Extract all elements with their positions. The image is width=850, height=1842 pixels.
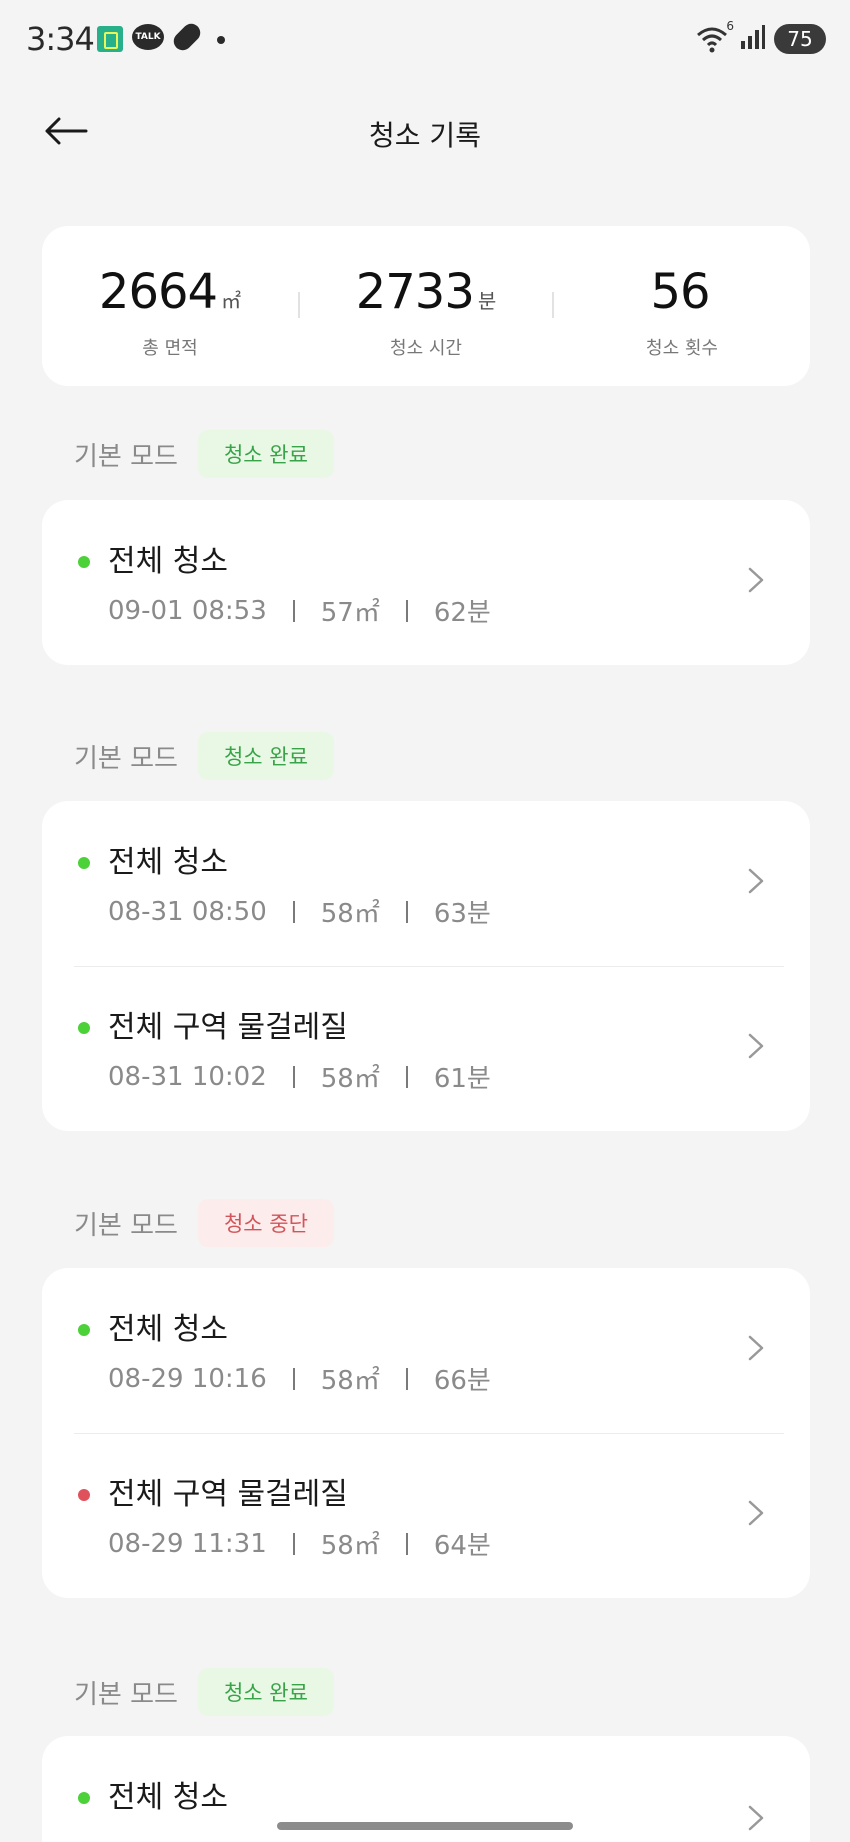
record-duration: 62분 bbox=[433, 598, 491, 628]
record-meta: 08-31 08:50 58㎡ 63분 bbox=[108, 893, 491, 930]
record-row[interactable]: 전체 청소 08-31 08:50 58㎡ 63분 bbox=[42, 801, 810, 966]
status-badge: 청소 완료 bbox=[197, 732, 334, 780]
record-title: 전체 청소 bbox=[108, 845, 228, 880]
status-badge: 청소 완료 bbox=[197, 1668, 334, 1716]
record-title: 전체 청소 bbox=[108, 1780, 228, 1815]
stat-label: 총 면적 bbox=[142, 338, 198, 359]
chevron-right-icon bbox=[748, 567, 764, 593]
record-row[interactable]: 전체 구역 물걸레질 08-29 11:31 58㎡ 64분 bbox=[42, 1433, 810, 1598]
meta-separator bbox=[292, 1532, 295, 1555]
section-header: 기본 모드 청소 완료 bbox=[74, 429, 334, 479]
status-dot-green bbox=[78, 1324, 90, 1336]
mode-label: 기본 모드 bbox=[74, 1679, 178, 1710]
summary-card: 2664 ㎡ 총 면적 2733 분 청소 시간 56 청소 횟수 bbox=[42, 226, 810, 386]
stat-label: 청소 횟수 bbox=[646, 338, 718, 359]
record-area: 57㎡ bbox=[320, 598, 380, 628]
status-bar: 3:34 TALK 6 75 bbox=[0, 0, 850, 80]
record-meta: 08-29 11:31 58㎡ 64분 bbox=[108, 1525, 491, 1562]
chevron-right-icon bbox=[748, 868, 764, 894]
chevron-right-icon bbox=[748, 1335, 764, 1361]
status-dot-green bbox=[78, 857, 90, 869]
battery-icon: 75 bbox=[774, 24, 826, 54]
mode-label: 기본 모드 bbox=[74, 1210, 178, 1241]
record-card: 전체 청소 08-31 08:50 58㎡ 63분 전체 구역 물걸레질 08-31… bbox=[42, 801, 810, 1131]
top-app-bar: 청소 기록 bbox=[0, 90, 850, 170]
record-area: 58㎡ bbox=[320, 1531, 380, 1561]
status-badge: 청소 완료 bbox=[197, 430, 334, 478]
record-title: 전체 구역 물걸레질 bbox=[108, 1477, 348, 1512]
section-header: 기본 모드 청소 완료 bbox=[74, 1667, 334, 1717]
meta-separator bbox=[292, 599, 295, 622]
wifi-badge: 6 bbox=[726, 19, 734, 33]
status-dot-red bbox=[78, 1489, 90, 1501]
record-meta: 08-29 10:16 58㎡ 66분 bbox=[108, 1360, 491, 1397]
record-row[interactable]: 전체 청소 09-01 08:53 57㎡ 62분 bbox=[42, 500, 810, 665]
record-meta: 09-01 08:53 57㎡ 62분 bbox=[108, 592, 491, 629]
meta-separator bbox=[405, 599, 408, 622]
more-notifications-dot-icon bbox=[217, 36, 225, 44]
record-datetime: 08-31 08:50 bbox=[108, 896, 267, 927]
meta-separator bbox=[405, 1532, 408, 1555]
stat-unit: 분 bbox=[477, 289, 497, 313]
stat-unit: ㎡ bbox=[221, 289, 242, 313]
page-title: 청소 기록 bbox=[369, 119, 481, 152]
stat-value: 2733 bbox=[355, 264, 475, 320]
meta-separator bbox=[292, 1065, 295, 1088]
chevron-right-icon bbox=[748, 1033, 764, 1059]
record-title: 전체 청소 bbox=[108, 1312, 228, 1347]
total-area-stat: 2664 ㎡ 총 면적 bbox=[42, 264, 298, 360]
record-duration: 63분 bbox=[433, 899, 491, 929]
chevron-right-icon bbox=[748, 1500, 764, 1526]
record-datetime: 09-01 08:53 bbox=[108, 595, 267, 626]
record-datetime: 08-29 10:16 bbox=[108, 1363, 267, 1394]
record-card: 전체 청소 09-01 08:53 57㎡ 62분 bbox=[42, 500, 810, 665]
record-area: 58㎡ bbox=[320, 1064, 380, 1094]
mode-label: 기본 모드 bbox=[74, 743, 178, 774]
stat-label: 청소 시간 bbox=[390, 338, 462, 359]
wifi-icon: 6 bbox=[696, 19, 734, 53]
record-card: 전체 청소 08-29 10:16 58㎡ 66분 전체 구역 물걸레질 08-29… bbox=[42, 1268, 810, 1598]
app-notification-icon bbox=[97, 26, 123, 52]
meta-separator bbox=[292, 900, 295, 923]
section-header: 기본 모드 청소 완료 bbox=[74, 731, 334, 781]
record-title: 전체 구역 물걸레질 bbox=[108, 1010, 348, 1045]
meta-separator bbox=[405, 900, 408, 923]
status-dot-green bbox=[78, 1022, 90, 1034]
record-row[interactable]: 전체 구역 물걸레질 08-31 10:02 58㎡ 61분 bbox=[42, 966, 810, 1131]
status-dot-green bbox=[78, 1792, 90, 1804]
cleaning-time-stat: 2733 분 청소 시간 bbox=[298, 264, 554, 360]
chevron-right-icon bbox=[748, 1805, 764, 1831]
meta-separator bbox=[405, 1065, 408, 1088]
pill-notification-icon bbox=[170, 20, 204, 54]
record-duration: 61분 bbox=[433, 1064, 491, 1094]
stat-value: 56 bbox=[650, 264, 710, 320]
record-datetime: 08-29 11:31 bbox=[108, 1528, 267, 1559]
meta-separator bbox=[292, 1367, 295, 1390]
meta-separator bbox=[405, 1367, 408, 1390]
signal-icon bbox=[740, 24, 766, 54]
home-indicator[interactable] bbox=[277, 1822, 573, 1830]
record-meta: 08-31 10:02 58㎡ 61분 bbox=[108, 1058, 491, 1095]
status-time: 3:34 bbox=[26, 20, 95, 58]
record-datetime: 08-31 10:02 bbox=[108, 1061, 267, 1092]
record-title: 전체 청소 bbox=[108, 544, 228, 579]
status-badge: 청소 중단 bbox=[197, 1199, 334, 1247]
record-duration: 66분 bbox=[433, 1366, 491, 1396]
record-area: 58㎡ bbox=[320, 1366, 380, 1396]
status-dot-green bbox=[78, 556, 90, 568]
talk-notification-icon: TALK bbox=[132, 24, 164, 50]
section-header: 기본 모드 청소 중단 bbox=[74, 1198, 334, 1248]
record-duration: 64분 bbox=[433, 1531, 491, 1561]
record-area: 58㎡ bbox=[320, 899, 380, 929]
stat-value: 2664 bbox=[98, 264, 218, 320]
mode-label: 기본 모드 bbox=[74, 441, 178, 472]
record-row[interactable]: 전체 청소 08-29 10:16 58㎡ 66분 bbox=[42, 1268, 810, 1433]
cleaning-count-stat: 56 청소 횟수 bbox=[554, 264, 810, 360]
